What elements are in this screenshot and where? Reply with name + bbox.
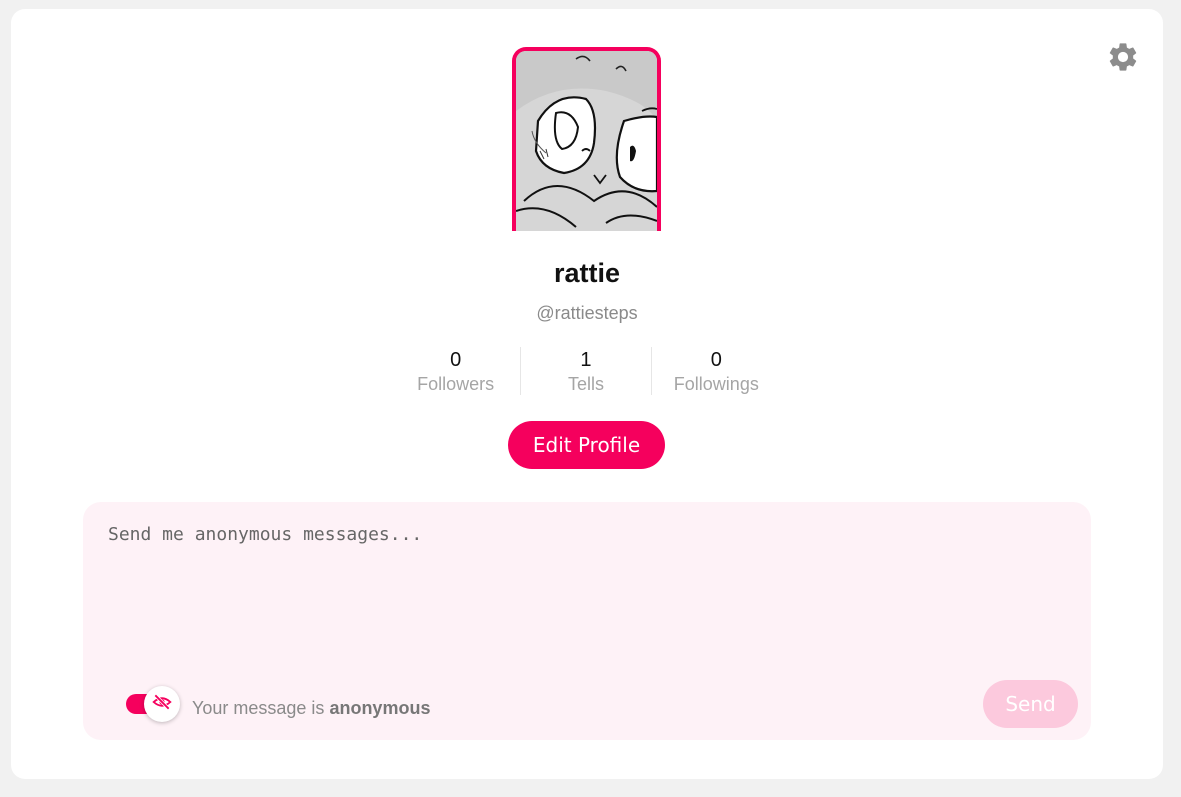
- profile-card: rattie @rattiesteps 0 Followers 1 Tells …: [11, 9, 1163, 779]
- stat-followers[interactable]: 0 Followers: [391, 347, 520, 395]
- gear-icon[interactable]: [1106, 40, 1140, 74]
- anonymous-word: anonymous: [329, 698, 431, 718]
- avatar: [512, 47, 661, 231]
- message-input[interactable]: [108, 524, 1058, 664]
- toggle-knob: [144, 686, 180, 722]
- stat-tells[interactable]: 1 Tells: [520, 347, 650, 395]
- eye-off-icon: [152, 692, 172, 717]
- send-button[interactable]: Send: [983, 680, 1078, 728]
- anonymous-status: Your message is anonymous: [192, 698, 430, 719]
- stat-label: Tells: [567, 374, 604, 394]
- stat-followings[interactable]: 0 Followings: [650, 347, 781, 395]
- anonymous-prefix: Your message is: [192, 698, 325, 718]
- stat-count: 0: [710, 349, 722, 371]
- anonymous-toggle[interactable]: [126, 686, 182, 722]
- stat-label: Followings: [673, 374, 759, 394]
- profile-name: rattie: [553, 258, 621, 288]
- stat-count: 0: [450, 349, 462, 371]
- stat-label: Followers: [417, 374, 495, 394]
- avatar-illustration: [516, 51, 657, 231]
- message-composer: Your message is anonymous Send: [83, 502, 1091, 740]
- edit-profile-button[interactable]: Edit Profile: [508, 421, 665, 469]
- stat-count: 1: [580, 349, 592, 371]
- profile-handle: @rattiesteps: [536, 303, 638, 323]
- profile-stats: 0 Followers 1 Tells 0 Followings: [391, 347, 781, 395]
